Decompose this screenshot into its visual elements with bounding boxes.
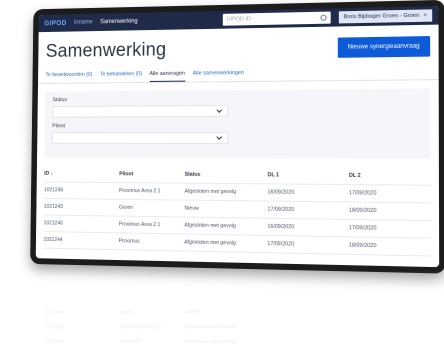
app-screen: GIPOD Inname Samenwerking GIPOD ID Boris… <box>35 6 440 268</box>
tab-alle-aanvragen[interactable]: Alle aanvragen <box>149 70 185 82</box>
cell-id: 1021243 <box>43 203 64 210</box>
filter-panel: Status Piloot <box>44 88 431 159</box>
reflection-cell-id: 1021243 <box>44 308 64 315</box>
requests-table: ID ↓ Piloot Status DL 1 DL 2 1021248 Pro… <box>43 165 431 257</box>
cell-status: Afgesloten met gevolg <box>184 239 236 247</box>
device-frame: GIPOD Inname Samenwerking GIPOD ID Boris… <box>30 0 444 274</box>
search-placeholder: GIPOD ID <box>226 16 251 23</box>
close-icon[interactable]: × <box>424 13 427 19</box>
reflection-cell-id: 1021244 <box>44 337 64 344</box>
cell-dl1: 16/09/2020 <box>267 223 295 231</box>
user-name: Boris Bijdrager Groen - Groen <box>343 12 420 21</box>
column-header-status[interactable]: Status <box>185 171 268 178</box>
tab-te-behandelen[interactable]: Te behandelen (0) <box>100 71 142 82</box>
nav-link-inname[interactable]: Inname <box>74 20 93 26</box>
page-title: Samenwerking <box>45 39 167 62</box>
reflection-row: 1021243 Groen Nieuw <box>32 304 444 320</box>
pilot-filter-label: Piloot <box>52 123 66 130</box>
reflection-row: 1021240 Proximus Area 2.1 Afgesloten met… <box>32 319 444 335</box>
cell-status: Afgesloten met gevolg <box>184 188 237 196</box>
status-filter-label: Status <box>52 97 68 104</box>
chevron-down-icon <box>216 107 223 113</box>
column-header-id[interactable]: ID ↓ <box>44 170 119 176</box>
cell-status: Nieuw <box>184 205 199 212</box>
reflection-cell-pilot: Proximus <box>119 337 141 344</box>
cell-dl2: 17/09/2020 <box>348 225 377 232</box>
cell-status: Afgesloten met gevolg <box>184 222 236 230</box>
search-icon[interactable] <box>320 14 327 21</box>
cell-dl2: 18/09/2020 <box>348 242 377 250</box>
screen-reflection: 1021244 Proximus Afgesloten met gevolg 1… <box>31 270 444 350</box>
screenshot-stage: GIPOD Inname Samenwerking GIPOD ID Boris… <box>0 0 444 350</box>
cell-id: 1021240 <box>43 220 63 227</box>
cell-pilot: Proximus <box>118 238 140 245</box>
reflection-cell-pilot: Proximus Area 2.1 <box>119 323 162 330</box>
reflection-cell-pilot: Groen <box>119 308 134 315</box>
cell-id: 1021248 <box>43 187 64 194</box>
cell-pilot: Proximus Area 2.1 <box>118 221 161 229</box>
tab-te-beantwoorden[interactable]: Te beantwoorden (0) <box>45 72 92 83</box>
chevron-down-icon <box>216 134 222 140</box>
new-synergy-request-button[interactable]: Nieuwe synergieaanvraag <box>337 36 431 58</box>
reflection-row: 1021244 Proximus Afgesloten met gevolg <box>32 333 444 350</box>
page-header: Samenwerking Nieuwe synergieaanvraag <box>38 25 438 63</box>
cell-dl1: 17/09/2020 <box>267 241 295 248</box>
column-header-dl1[interactable]: DL 1 <box>268 172 349 179</box>
column-header-pilot[interactable]: Piloot <box>119 171 184 177</box>
tab-alle-samenwerkingen[interactable]: Alle samenwerkingen <box>193 70 244 81</box>
cell-pilot: Proximus Area 2.1 <box>119 188 161 195</box>
cell-dl1: 17/09/2020 <box>267 206 295 214</box>
status-select[interactable] <box>52 105 229 118</box>
user-menu[interactable]: Boris Bijdrager Groen - Groen × <box>338 9 433 24</box>
pilot-select[interactable] <box>52 132 229 144</box>
reflection-cell-id: 1021240 <box>44 323 64 329</box>
reflection-cell-status: Afgesloten met gevolg <box>184 338 237 345</box>
column-header-dl2[interactable]: DL 2 <box>349 172 412 179</box>
cell-dl1: 16/09/2020 <box>267 189 295 196</box>
reflection-cell-status: Nieuw <box>184 308 200 315</box>
cell-id: 1021244 <box>43 236 63 244</box>
cell-dl2: 17/09/2020 <box>348 190 377 197</box>
brand-logo[interactable]: GIPOD <box>44 20 66 27</box>
cell-pilot: Groen <box>118 204 134 211</box>
cell-dl2: 18/09/2020 <box>348 207 377 215</box>
nav-link-samenwerking[interactable]: Samenwerking <box>100 19 138 26</box>
reflection-cell-status: Afgesloten met gevolg <box>184 323 237 330</box>
gipod-search-input[interactable]: GIPOD ID <box>222 11 331 26</box>
